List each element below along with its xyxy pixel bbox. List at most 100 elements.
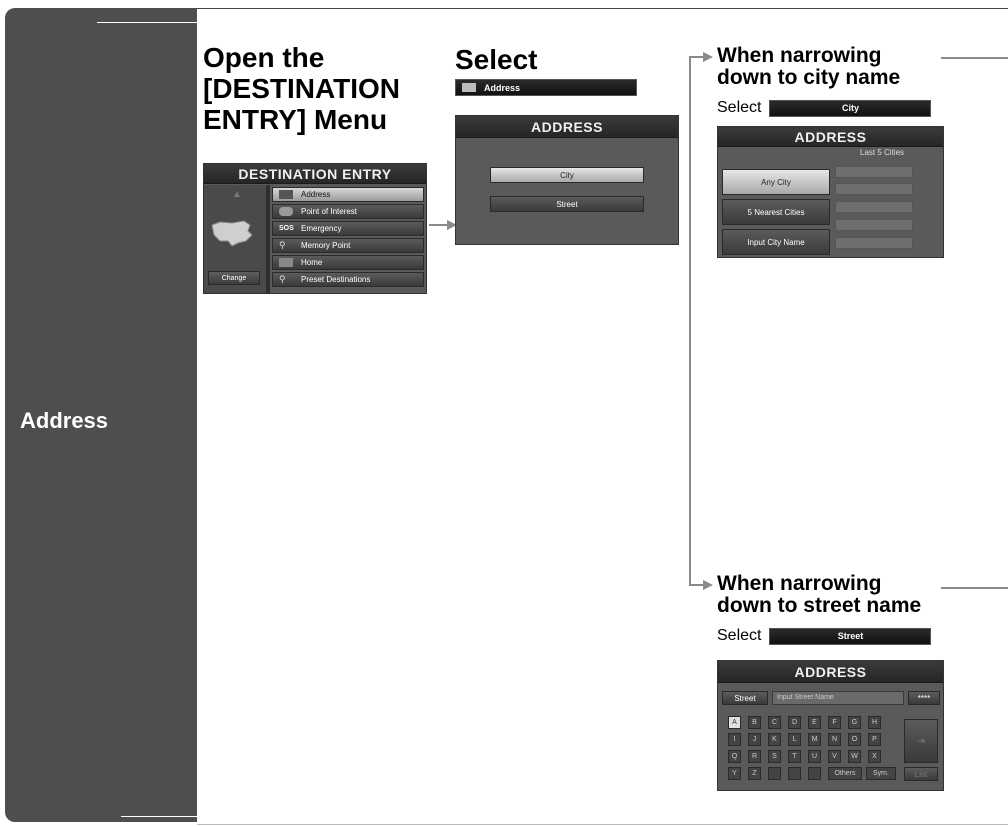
key[interactable]: J bbox=[748, 733, 761, 746]
step1-heading-line3: ENTRY] Menu bbox=[203, 104, 388, 135]
key[interactable]: V bbox=[828, 750, 841, 763]
sym-key[interactable]: Sym. bbox=[866, 767, 896, 780]
scroll-down-icon[interactable]: ▼ bbox=[232, 291, 244, 293]
street-select-line: Select Street bbox=[717, 627, 932, 645]
any-city-button[interactable]: Any City bbox=[722, 169, 830, 195]
city-address-screen: ADDRESS Last 5 Cities Any City 5 Nearest… bbox=[717, 126, 944, 258]
key[interactable]: G bbox=[848, 716, 861, 729]
key[interactable] bbox=[808, 767, 821, 780]
key[interactable]: K bbox=[768, 733, 781, 746]
key[interactable]: N bbox=[828, 733, 841, 746]
enter-arrow-icon[interactable]: ⇥ bbox=[904, 719, 938, 763]
select-word: Select bbox=[717, 99, 762, 116]
sos-icon: SOS bbox=[279, 225, 294, 232]
key[interactable]: E bbox=[808, 716, 821, 729]
key[interactable]: T bbox=[788, 750, 801, 763]
menu-item-label: Point of Interest bbox=[301, 207, 358, 216]
step1-heading-line1: Open the bbox=[203, 42, 325, 73]
key[interactable]: F bbox=[828, 716, 841, 729]
scroll-up-icon[interactable]: ▲ bbox=[232, 189, 242, 203]
sidebar-rule-top bbox=[97, 22, 197, 23]
street-branch-heading-line2: down to street name bbox=[717, 594, 922, 617]
select-word: Select bbox=[717, 627, 762, 644]
screen-title: ADDRESS bbox=[718, 661, 943, 683]
menu-item-memory-point[interactable]: ⚲ Memory Point bbox=[272, 238, 424, 253]
key[interactable]: R bbox=[748, 750, 761, 763]
continue-line-street bbox=[941, 587, 1008, 589]
memory-point-icon: ⚲ bbox=[279, 240, 286, 250]
city-select-line: Select City bbox=[717, 99, 932, 117]
street-select-button[interactable]: Street bbox=[769, 627, 932, 645]
top-rule bbox=[197, 8, 1008, 9]
recent-city-slot[interactable] bbox=[835, 237, 913, 249]
street-name-input[interactable]: Input Street Name bbox=[772, 691, 904, 705]
others-key[interactable]: Others bbox=[828, 767, 862, 780]
recent-city-slot[interactable] bbox=[835, 183, 913, 195]
key[interactable]: H bbox=[868, 716, 881, 729]
street-button[interactable]: Street bbox=[490, 196, 644, 212]
menu-item-emergency[interactable]: SOS Emergency bbox=[272, 221, 424, 236]
key[interactable]: Y bbox=[728, 767, 741, 780]
key[interactable] bbox=[788, 767, 801, 780]
section-sidebar: Address bbox=[5, 8, 197, 822]
key[interactable]: C bbox=[768, 716, 781, 729]
menu-item-address[interactable]: Address bbox=[272, 187, 424, 202]
key[interactable]: Q bbox=[728, 750, 741, 763]
street-address-screen: ADDRESS Street Input Street Name **** A … bbox=[717, 660, 944, 791]
bottom-rule bbox=[197, 824, 1008, 825]
us-map-icon bbox=[211, 220, 253, 247]
last-5-cities-label: Last 5 Cities bbox=[860, 148, 905, 157]
step2-heading: Select bbox=[455, 44, 538, 75]
nearest-cities-button[interactable]: 5 Nearest Cities bbox=[722, 199, 830, 225]
menu-item-point-of-interest[interactable]: Point of Interest bbox=[272, 204, 424, 219]
branch-connector bbox=[689, 56, 691, 586]
key[interactable]: D bbox=[788, 716, 801, 729]
list-button[interactable]: List bbox=[904, 767, 938, 781]
continue-line-city bbox=[941, 57, 1008, 59]
sidebar-label: Address bbox=[20, 408, 109, 433]
key[interactable]: B bbox=[748, 716, 761, 729]
change-button[interactable]: Change bbox=[208, 271, 260, 285]
street-branch-heading-line1: When narrowing bbox=[717, 572, 882, 595]
address-icon bbox=[462, 83, 476, 92]
arrow-right-icon bbox=[703, 580, 713, 590]
street-label-button[interactable]: Street bbox=[722, 691, 768, 705]
key[interactable]: X bbox=[868, 750, 881, 763]
city-button[interactable]: City bbox=[490, 167, 644, 183]
menu-item-label: Emergency bbox=[301, 224, 342, 233]
screen-title: ADDRESS bbox=[456, 116, 678, 138]
step1-heading-line2: [DESTINATION bbox=[203, 73, 401, 104]
menu-item-label: Address bbox=[301, 190, 331, 199]
key[interactable]: O bbox=[848, 733, 861, 746]
key[interactable]: A bbox=[728, 716, 741, 729]
key[interactable]: U bbox=[808, 750, 821, 763]
key[interactable]: S bbox=[768, 750, 781, 763]
recent-city-slot[interactable] bbox=[835, 219, 913, 231]
key[interactable] bbox=[768, 767, 781, 780]
menu-item-preset-destinations[interactable]: ⚲ Preset Destinations bbox=[272, 272, 424, 287]
menu-item-home[interactable]: Home bbox=[272, 255, 424, 270]
key[interactable]: I bbox=[728, 733, 741, 746]
masked-button[interactable]: **** bbox=[908, 691, 940, 705]
scroll-track[interactable] bbox=[266, 185, 270, 293]
key[interactable]: L bbox=[788, 733, 801, 746]
address-screen: ADDRESS City Street bbox=[455, 115, 679, 245]
screen-title: ADDRESS bbox=[718, 127, 943, 147]
key[interactable]: W bbox=[848, 750, 861, 763]
destination-entry-screen: DESTINATION ENTRY ▲ Change ▼ Address Poi… bbox=[203, 163, 427, 294]
arrow-line bbox=[429, 224, 449, 226]
key[interactable]: M bbox=[808, 733, 821, 746]
poi-icon bbox=[279, 207, 293, 216]
key[interactable]: Z bbox=[748, 767, 761, 780]
left-panel: ▲ Change ▼ bbox=[204, 185, 266, 293]
city-branch-heading: When narrowing down to city name bbox=[717, 45, 900, 89]
city-branch-heading-line1: When narrowing bbox=[717, 44, 882, 67]
arrow-right-icon bbox=[703, 52, 713, 62]
city-select-button[interactable]: City bbox=[769, 99, 932, 117]
key[interactable]: P bbox=[868, 733, 881, 746]
recent-city-slot[interactable] bbox=[835, 201, 913, 213]
recent-city-slot[interactable] bbox=[835, 166, 913, 178]
street-branch-heading: When narrowing down to street name bbox=[717, 573, 921, 617]
input-city-name-button[interactable]: Input City Name bbox=[722, 229, 830, 255]
address-select-button[interactable]: Address bbox=[455, 79, 637, 96]
